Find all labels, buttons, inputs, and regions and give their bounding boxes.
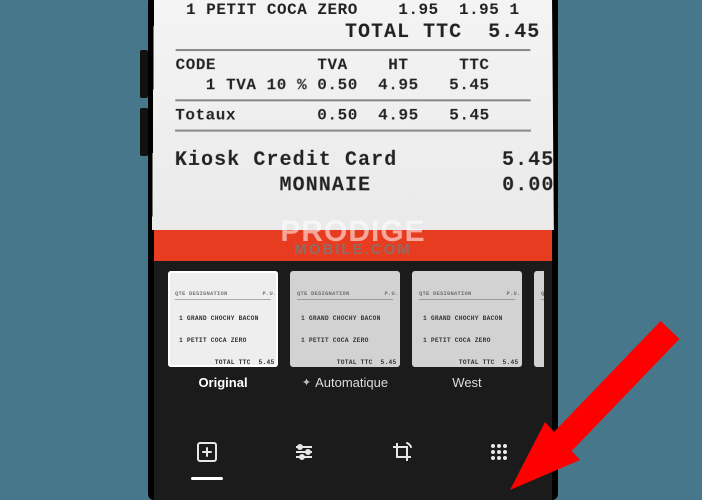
more-button[interactable]: [469, 434, 529, 474]
phone-frame: 1 PETIT COCA ZERO 1.95 1.95 1 TOTAL TTC …: [148, 0, 558, 500]
filter-thumb-original[interactable]: QTE DESIGNATION P.U. TOTAL T 1 GRAND CHO…: [168, 271, 278, 367]
receipt-header: CODE TVA HT TTC: [175, 55, 530, 75]
bottom-toolbar: [154, 416, 552, 500]
filter-label-next[interactable]: [534, 375, 558, 390]
enhance-button[interactable]: [177, 434, 237, 474]
filter-thumb-next[interactable]: QTE DESIGNATION P.U. TOTAL T 1 GRAND CHO…: [534, 271, 544, 367]
enhance-icon: [195, 440, 219, 469]
watermark: PRODIGE MOBILE.COM: [154, 219, 552, 257]
sparkle-icon: ✦: [302, 376, 311, 389]
receipt-image: 1 PETIT COCA ZERO 1.95 1.95 1 TOTAL TTC …: [152, 0, 554, 230]
receipt-monnaie: MONNAIE 0.00: [175, 173, 532, 198]
filter-strip: QTE DESIGNATION P.U. TOTAL T 1 GRAND CHO…: [154, 261, 552, 416]
filter-thumb-auto[interactable]: QTE DESIGNATION P.U. TOTAL T 1 GRAND CHO…: [290, 271, 400, 367]
grid-icon: [487, 440, 511, 469]
filter-label-auto[interactable]: ✦ Automatique: [290, 375, 400, 390]
receipt-item: 1 PETIT COCA ZERO 1.95 1.95 1: [176, 0, 530, 20]
photo-viewer[interactable]: 1 PETIT COCA ZERO 1.95 1.95 1 TOTAL TTC …: [154, 0, 552, 261]
filter-thumb-west[interactable]: QTE DESIGNATION P.U. TOTAL T 1 GRAND CHO…: [412, 271, 522, 367]
filter-label-original[interactable]: Original: [168, 375, 278, 390]
receipt-total: TOTAL TTC 5.45: [176, 20, 531, 45]
watermark-line2: MOBILE.COM: [154, 244, 552, 257]
crop-button[interactable]: [372, 434, 432, 474]
receipt-cc: Kiosk Credit Card 5.45: [175, 148, 531, 173]
sliders-icon: [292, 440, 316, 469]
tune-button[interactable]: [274, 434, 334, 474]
crop-rotate-icon: [390, 440, 414, 469]
receipt-tva: 1 TVA 10 % 0.50 4.95 5.45: [175, 75, 530, 95]
receipt-totaux: Totaux 0.50 4.95 5.45: [175, 105, 531, 125]
app-screen: 1 PETIT COCA ZERO 1.95 1.95 1 TOTAL TTC …: [154, 0, 552, 500]
filter-label-west[interactable]: West: [412, 375, 522, 390]
